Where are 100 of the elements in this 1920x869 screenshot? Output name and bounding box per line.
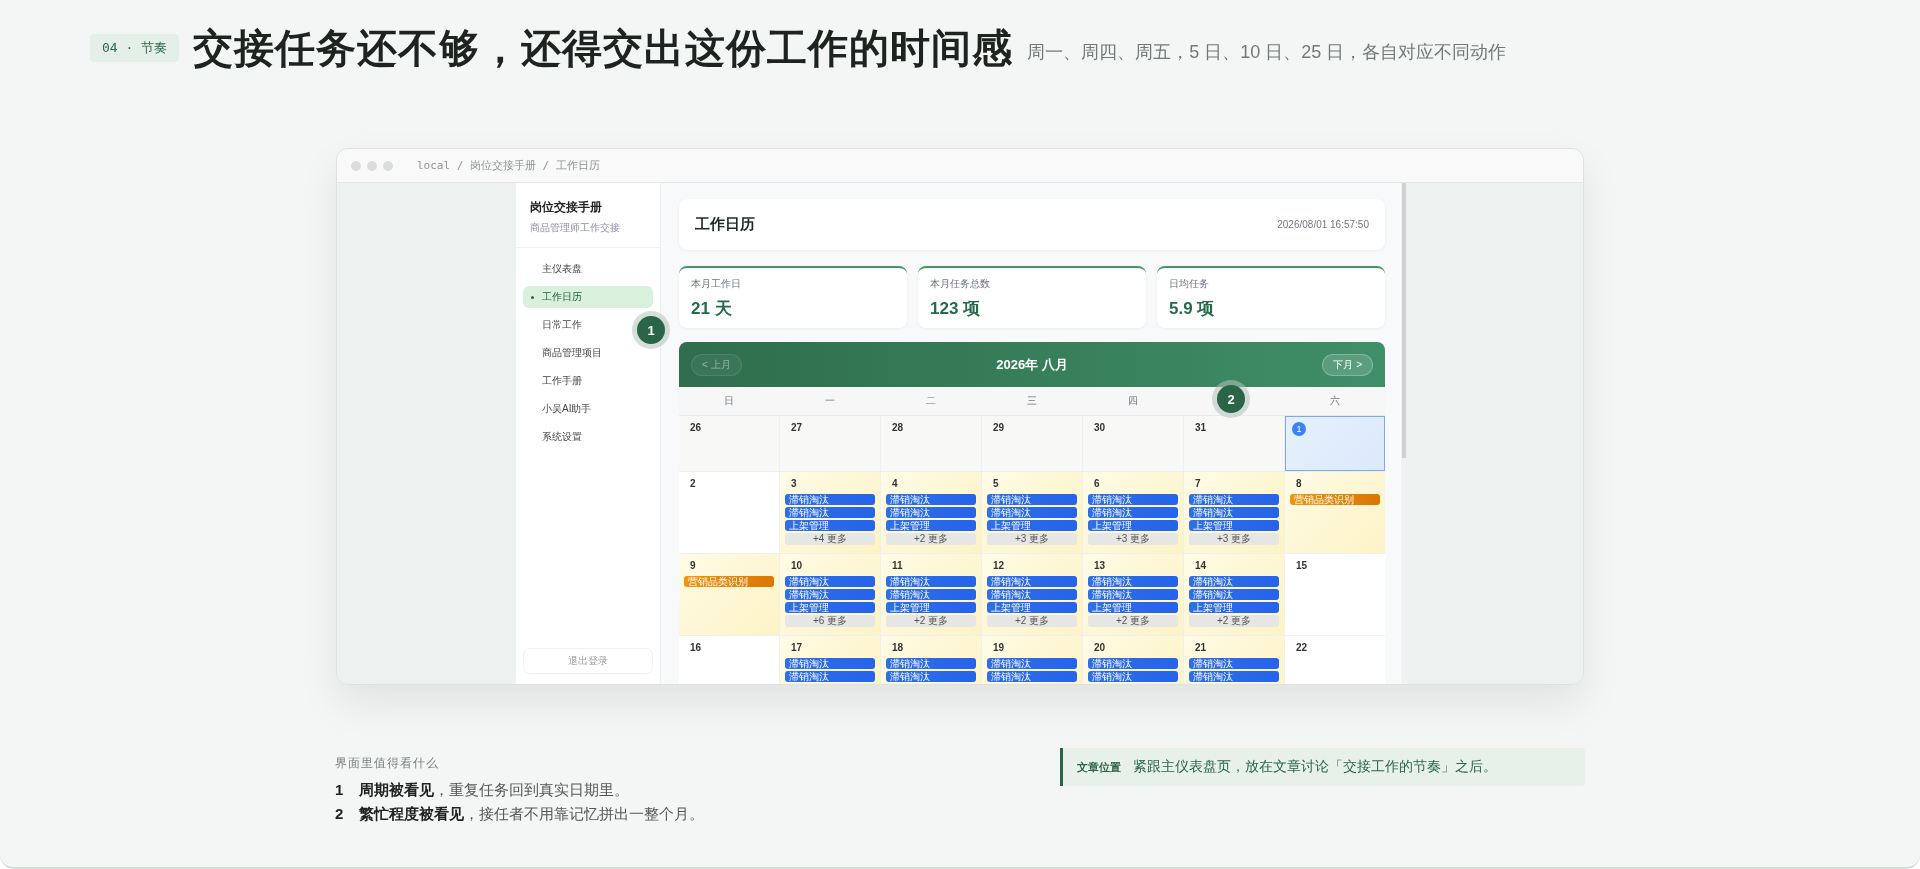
next-month-button[interactable]: 下月 > (1322, 353, 1373, 376)
event-chip[interactable]: 上架管理 (987, 602, 1077, 613)
day-cell[interactable]: 13 滞销淘汰 滞销淘汰 上架管理 +2 更多 (1083, 554, 1183, 635)
event-chip[interactable]: 滞销淘汰 (886, 507, 976, 518)
day-cell[interactable]: 26 (679, 416, 779, 471)
window-control-icon[interactable] (367, 160, 377, 171)
event-chip[interactable]: 上架管理 (987, 520, 1077, 531)
more-events-button[interactable]: +2 更多 (886, 533, 976, 545)
event-chip[interactable]: 滞销淘汰 (987, 658, 1077, 669)
more-events-button[interactable]: +6 更多 (785, 615, 875, 627)
more-events-button[interactable]: +2 更多 (987, 615, 1077, 627)
event-chip[interactable]: 滞销淘汰 (886, 576, 976, 587)
event-chip[interactable]: 滞销淘汰 (1189, 507, 1279, 518)
event-chip[interactable]: 上架管理 (886, 602, 976, 613)
event-chip[interactable]: 上架管理 (1189, 602, 1279, 613)
logout-button[interactable]: 退出登录 (523, 648, 653, 674)
event-chip[interactable]: 上架管理 (886, 520, 976, 531)
event-chip[interactable]: 滞销淘汰 (785, 507, 875, 518)
event-chip[interactable]: 滞销淘汰 (1088, 507, 1178, 518)
event-chip[interactable]: 滞销淘汰 (987, 671, 1077, 682)
more-events-button[interactable]: +2 更多 (1189, 615, 1279, 627)
day-cell[interactable]: 9 营销品类识别 (679, 554, 779, 635)
sidebar-item[interactable]: 工作日历 (523, 286, 653, 308)
sidebar-item[interactable]: 系统设置 (523, 426, 590, 448)
day-cell[interactable]: 14 滞销淘汰 滞销淘汰 上架管理 +2 更多 (1184, 554, 1284, 635)
more-events-button[interactable]: +3 更多 (987, 533, 1077, 545)
event-chip[interactable]: 滞销淘汰 (886, 589, 976, 600)
stat-label: 日均任务 (1169, 277, 1210, 291)
event-chip[interactable]: 滞销淘汰 (1189, 576, 1279, 587)
day-cell[interactable]: 10 滞销淘汰 滞销淘汰 上架管理 +6 更多 (780, 554, 880, 635)
day-cell[interactable]: 19 滞销淘汰 滞销淘汰 (982, 636, 1082, 684)
more-events-button[interactable]: +2 更多 (1088, 615, 1178, 627)
day-cell[interactable]: 7 滞销淘汰 滞销淘汰 上架管理 +3 更多 (1184, 472, 1284, 553)
day-cell[interactable]: 29 (982, 416, 1082, 471)
event-chip[interactable]: 滞销淘汰 (1189, 589, 1279, 600)
day-cell[interactable]: 28 (881, 416, 981, 471)
event-chip[interactable]: 滞销淘汰 (785, 494, 875, 505)
event-chip[interactable]: 滞销淘汰 (886, 671, 976, 682)
event-chip[interactable]: 滞销淘汰 (1189, 671, 1279, 682)
window-control-icon[interactable] (383, 160, 393, 171)
day-cell[interactable]: 20 滞销淘汰 滞销淘汰 (1083, 636, 1183, 684)
page-title: 工作日历 (695, 215, 755, 234)
day-cell[interactable]: 1 (1285, 416, 1385, 471)
day-cell[interactable]: 21 滞销淘汰 滞销淘汰 (1184, 636, 1284, 684)
event-chip[interactable]: 上架管理 (1088, 520, 1178, 531)
event-chip[interactable]: 滞销淘汰 (1189, 494, 1279, 505)
window-control-icon[interactable] (351, 160, 361, 171)
day-cell[interactable]: 12 滞销淘汰 滞销淘汰 上架管理 +2 更多 (982, 554, 1082, 635)
event-chip[interactable]: 营销品类识别 (1290, 494, 1380, 505)
more-events-button[interactable]: +3 更多 (1189, 533, 1279, 545)
day-cell[interactable]: 27 (780, 416, 880, 471)
event-chip[interactable]: 上架管理 (1088, 602, 1178, 613)
day-cell[interactable]: 3 滞销淘汰 滞销淘汰 上架管理 +4 更多 (780, 472, 880, 553)
day-number: 9 (690, 560, 696, 571)
sidebar-item[interactable]: 工作手册 (523, 370, 590, 392)
event-chip[interactable]: 滞销淘汰 (1088, 589, 1178, 600)
event-chip[interactable]: 滞销淘汰 (785, 576, 875, 587)
sidebar-item[interactable]: 日常工作 (523, 314, 590, 336)
day-cell[interactable]: 8 营销品类识别 (1285, 472, 1385, 553)
more-events-button[interactable]: +4 更多 (785, 533, 875, 545)
event-chip[interactable]: 滞销淘汰 (987, 576, 1077, 587)
more-events-button[interactable]: +3 更多 (1088, 533, 1178, 545)
event-chip[interactable]: 滞销淘汰 (1088, 671, 1178, 682)
day-number: 28 (892, 422, 904, 433)
event-chip[interactable]: 滞销淘汰 (785, 589, 875, 600)
event-chip[interactable]: 上架管理 (1189, 520, 1279, 531)
day-cell[interactable]: 16 (679, 636, 779, 684)
day-cell[interactable]: 4 滞销淘汰 滞销淘汰 上架管理 +2 更多 (881, 472, 981, 553)
day-cell[interactable]: 5 滞销淘汰 滞销淘汰 上架管理 +3 更多 (982, 472, 1082, 553)
event-chip[interactable]: 滞销淘汰 (1189, 658, 1279, 669)
day-cell[interactable]: 22 (1285, 636, 1385, 684)
day-cell[interactable]: 2 (679, 472, 779, 553)
event-chip[interactable]: 上架管理 (785, 602, 875, 613)
event-chip[interactable]: 滞销淘汰 (886, 658, 976, 669)
event-chip[interactable]: 滞销淘汰 (987, 507, 1077, 518)
event-chip[interactable]: 上架管理 (785, 520, 875, 531)
sidebar-item[interactable]: 主仪表盘 (523, 258, 590, 280)
event-chip[interactable]: 滞销淘汰 (987, 494, 1077, 505)
event-chip[interactable]: 营销品类识别 (684, 576, 774, 587)
day-cell[interactable]: 30 (1083, 416, 1183, 471)
day-cell[interactable]: 18 滞销淘汰 滞销淘汰 (881, 636, 981, 684)
event-chip[interactable]: 滞销淘汰 (785, 671, 875, 682)
stat-label: 本月任务总数 (930, 277, 991, 291)
day-cell[interactable]: 15 (1285, 554, 1385, 635)
day-cell[interactable]: 6 滞销淘汰 滞销淘汰 上架管理 +3 更多 (1083, 472, 1183, 553)
event-chip[interactable]: 滞销淘汰 (785, 658, 875, 669)
event-chip[interactable]: 滞销淘汰 (1088, 494, 1178, 505)
event-chip[interactable]: 滞销淘汰 (886, 494, 976, 505)
day-number: 5 (993, 478, 999, 489)
sidebar-item[interactable]: 商品管理项目 (523, 342, 610, 364)
day-cell[interactable]: 17 滞销淘汰 滞销淘汰 (780, 636, 880, 684)
event-chip[interactable]: 滞销淘汰 (1088, 658, 1178, 669)
sidebar-item[interactable]: 小吴AI助手 (523, 398, 600, 420)
scrollbar[interactable] (1402, 183, 1406, 458)
day-cell[interactable]: 31 (1184, 416, 1284, 471)
event-chip[interactable]: 滞销淘汰 (1088, 576, 1178, 587)
event-chip[interactable]: 滞销淘汰 (987, 589, 1077, 600)
day-number: 20 (1094, 642, 1106, 653)
more-events-button[interactable]: +2 更多 (886, 615, 976, 627)
day-cell[interactable]: 11 滞销淘汰 滞销淘汰 上架管理 +2 更多 (881, 554, 981, 635)
